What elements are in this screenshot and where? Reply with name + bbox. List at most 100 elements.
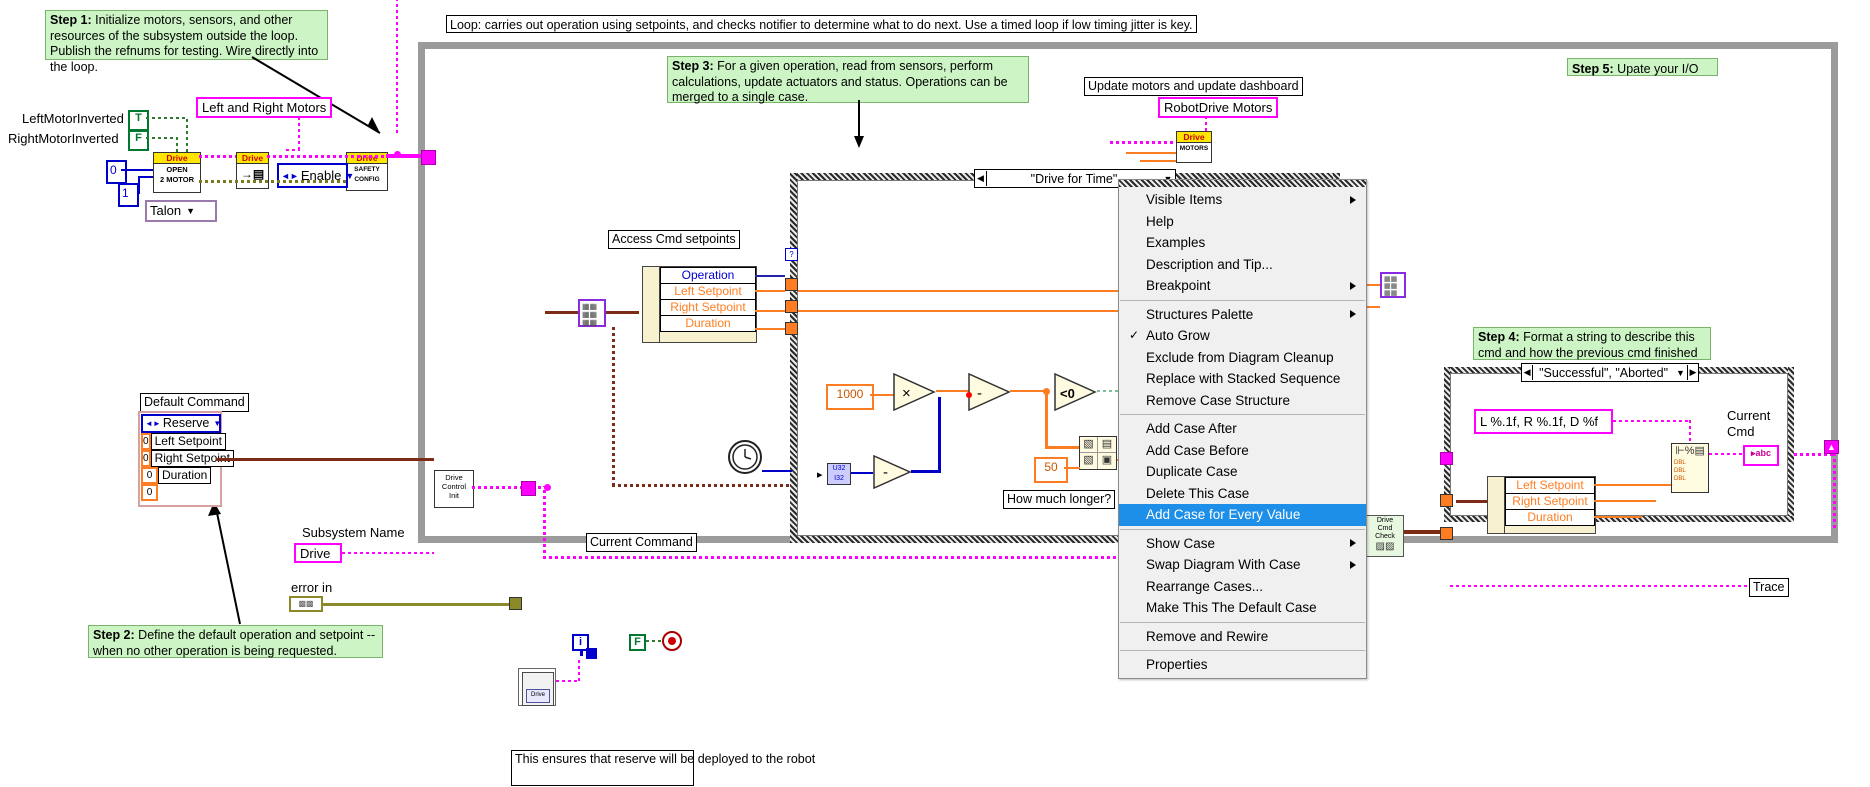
menu-item-structures-palette[interactable]: Structures Palette [1119, 304, 1366, 326]
node-number-conversion[interactable]: U32 I32 [827, 463, 851, 485]
label-right-motor-inverted: RightMotorInverted [8, 131, 119, 146]
wire-trace [1450, 585, 1749, 587]
node-select-compare[interactable]: ▧ ▤ ▧ ▣ [1079, 436, 1117, 470]
terminal-error-in[interactable]: ▩▩ [289, 596, 323, 612]
format-node-dbl-1: DBL [1672, 459, 1708, 467]
menu-item-examples[interactable]: Examples [1119, 232, 1366, 254]
default-command-row-3[interactable]: 0 [141, 484, 219, 501]
string-format-spec[interactable]: L %.1f, R %.1f, D %f [1474, 409, 1613, 434]
tunnel-case-orange-1[interactable] [785, 278, 798, 291]
constant-zero[interactable]: 0 [106, 160, 127, 184]
terminal-left-motor-inverted[interactable]: T [128, 110, 149, 131]
terminal-right-motor-inverted[interactable]: F [128, 130, 149, 151]
menu-item-help[interactable]: Help [1119, 211, 1366, 233]
default-command-enum-value: Reserve [163, 416, 210, 431]
wire-feedback-left-v [543, 486, 546, 559]
inner-case-next-arrow[interactable]: ▶ [1687, 365, 1698, 380]
tunnel-inner-left-3[interactable] [1440, 527, 1453, 540]
tunnel-error-in[interactable] [509, 597, 522, 610]
control-default-command[interactable]: ◄►Reserve▼ 0 Left Setpoint 0 Right Setpo… [138, 411, 222, 507]
menu-item-show-case[interactable]: Show Case [1119, 533, 1366, 555]
context-menu[interactable]: Visible ItemsHelpExamplesDescription and… [1118, 179, 1367, 679]
enum-enable[interactable]: ◄►Enable▼ [277, 163, 348, 188]
node-tick-count[interactable] [728, 440, 762, 474]
shift-register-right[interactable]: ▲ [1824, 440, 1839, 454]
vi-drive-publish[interactable]: Drive →▤ [236, 152, 269, 189]
node-less-than-zero[interactable]: <0 [1054, 373, 1098, 411]
default-command-operation-enum[interactable]: ◄►Reserve▼ [141, 414, 221, 433]
menu-item-description-and-tip[interactable]: Description and Tip... [1119, 254, 1366, 276]
note-step2-bold: Step 2: [93, 628, 135, 642]
node-bundle-right[interactable]: ▦▦▦▦▦▦ [1380, 272, 1406, 298]
tunnel-pink-ctrlinit[interactable] [521, 481, 536, 496]
menu-separator [1120, 650, 1365, 651]
chevron-down-icon[interactable]: ▼ [1674, 368, 1687, 378]
default-command-row-0[interactable]: 0 Left Setpoint [141, 433, 219, 450]
menu-item-breakpoint[interactable]: Breakpoint [1119, 275, 1366, 297]
tunnel-case-orange-2[interactable] [785, 300, 798, 313]
case-selector-inner[interactable]: ◀ "Successful", "Aborted" ▼ ▶ [1521, 363, 1699, 382]
menu-item-auto-grow[interactable]: ✓Auto Grow [1119, 325, 1366, 347]
node-unbundle[interactable]: ▦▦▦▦▦▦ [578, 299, 606, 327]
default-command-row-1[interactable]: 0 Right Setpoint [141, 450, 219, 467]
menu-item-swap-diagram-with-case[interactable]: Swap Diagram With Case [1119, 554, 1366, 576]
default-command-row-2[interactable]: 0 Duration [141, 467, 219, 484]
wire-inner-sp-1 [1594, 484, 1671, 486]
tunnel-case-blue[interactable]: ? [785, 248, 798, 261]
ring-talon[interactable]: Talon▼ [145, 200, 217, 222]
menu-item-label: Examples [1146, 232, 1205, 254]
cluster-operation-setpoints[interactable]: Operation Left Setpoint Right Setpoint D… [642, 266, 757, 343]
case-selector-prev-arrow[interactable]: ◀ [975, 171, 987, 186]
menu-item-properties[interactable]: Properties [1119, 654, 1366, 676]
indicator-current-cmd[interactable]: ▸abc [1743, 445, 1779, 466]
constant-one[interactable]: 1 [118, 183, 139, 207]
string-drive-name[interactable]: Drive [294, 543, 342, 563]
constant-1000-value: 1000 [837, 387, 864, 401]
cluster-inner-setpoints[interactable]: Left Setpoint Right Setpoint Duration [1487, 476, 1596, 534]
indicator-trace[interactable]: Trace [1749, 578, 1789, 597]
node-subtract-lower[interactable]: - [873, 455, 913, 489]
node-subtract-upper[interactable]: - [968, 373, 1012, 411]
menu-item-exclude-from-diagram-cleanup[interactable]: Exclude from Diagram Cleanup [1119, 347, 1366, 369]
wire-brown-down [612, 327, 615, 486]
constant-one-value: 1 [122, 186, 129, 200]
menu-item-make-this-the-default-case[interactable]: Make This The Default Case [1119, 597, 1366, 619]
default-command-text: Default Command [144, 395, 245, 409]
menu-item-remove-and-rewire[interactable]: Remove and Rewire [1119, 626, 1366, 648]
tunnel-blue-bottom[interactable] [586, 648, 597, 659]
node-format-into-string[interactable]: ⊩%▤ DBL DBL DBL [1671, 443, 1709, 493]
constant-1000[interactable]: 1000 [826, 384, 874, 410]
tunnel-pink-left[interactable] [421, 150, 436, 165]
wire-olive-bus [199, 180, 349, 183]
menu-item-add-case-before[interactable]: Add Case Before [1119, 440, 1366, 462]
cluster-inner-stem [1488, 477, 1505, 533]
vi-drive-control-init[interactable]: Drive Control Init [434, 470, 474, 508]
menu-item-replace-with-stacked-sequence[interactable]: Replace with Stacked Sequence [1119, 368, 1366, 390]
wire-junction-1 [394, 151, 401, 158]
drive-name-text: Drive [300, 546, 330, 561]
vi-reserve-deploy[interactable]: Drive [518, 668, 556, 706]
terminal-false-bottom[interactable]: F [629, 634, 646, 651]
vi-drive-motors[interactable]: Drive MOTORS [1176, 131, 1212, 163]
menu-item-add-case-after[interactable]: Add Case After [1119, 418, 1366, 440]
tunnel-case-orange-3[interactable] [785, 322, 798, 335]
node-multiply[interactable]: × [893, 373, 937, 411]
constant-50[interactable]: 50 [1034, 457, 1068, 483]
wire-cmdcheck-out [1404, 530, 1444, 534]
menu-item-visible-items[interactable]: Visible Items [1119, 189, 1366, 211]
label-update-motors: Update motors and update dashboard [1084, 77, 1303, 96]
menu-item-rearrange-cases[interactable]: Rearrange Cases... [1119, 576, 1366, 598]
menu-item-duplicate-case[interactable]: Duplicate Case [1119, 461, 1366, 483]
menu-item-add-case-for-every-value[interactable]: Add Case for Every Value [1119, 504, 1366, 526]
tunnel-inner-left-2[interactable] [1440, 452, 1453, 465]
inner-case-prev-arrow[interactable]: ◀ [1522, 365, 1533, 380]
tunnel-inner-left-1[interactable] [1440, 494, 1453, 507]
context-menu-items: Visible ItemsHelpExamplesDescription and… [1119, 189, 1366, 676]
menu-item-delete-this-case[interactable]: Delete This Case [1119, 483, 1366, 505]
menu-item-remove-case-structure[interactable]: Remove Case Structure [1119, 390, 1366, 412]
stop-condition-terminal[interactable] [662, 631, 682, 651]
chevron-down-icon: ▼ [186, 202, 195, 220]
vi-drive-open-2motor[interactable]: Drive OPEN 2 MOTOR [153, 152, 201, 193]
vi-drive-cmd-check[interactable]: Drive Cmd Check ▨▨ [1366, 515, 1404, 557]
menu-item-label: Replace with Stacked Sequence [1146, 368, 1340, 390]
